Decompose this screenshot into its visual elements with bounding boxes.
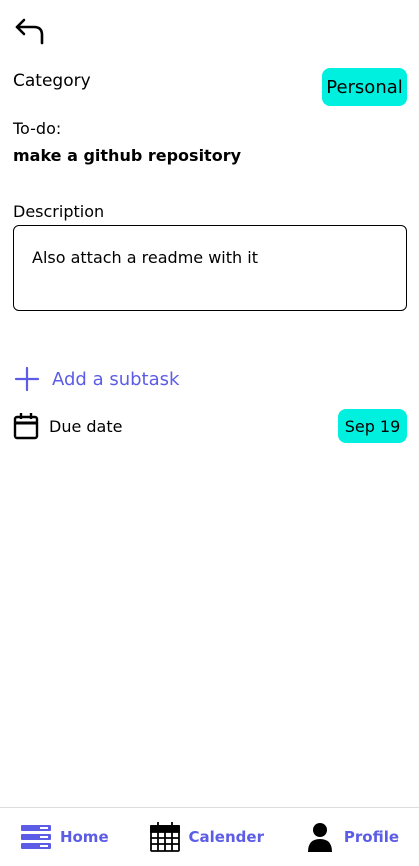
todo-label: To-do: <box>13 119 62 138</box>
calendar-icon <box>13 412 39 440</box>
nav-calender[interactable]: Calender <box>149 817 264 857</box>
todo-title: make a github repository <box>13 146 242 165</box>
category-label: Category <box>13 71 91 91</box>
category-badge[interactable]: Personal <box>322 68 407 106</box>
nav-calender-label: Calender <box>188 828 264 846</box>
plus-icon <box>14 366 40 392</box>
nav-home-label: Home <box>59 828 109 846</box>
back-arrow-icon <box>15 18 44 45</box>
bottom-nav: Home Calender Profile <box>0 807 419 866</box>
calendar-grid-icon <box>149 821 181 853</box>
due-date-badge[interactable]: Sep 19 <box>338 409 407 443</box>
person-icon <box>304 821 336 853</box>
add-subtask-button[interactable]: Add a subtask <box>14 366 179 392</box>
description-field[interactable]: Also attach a readme with it <box>13 225 407 311</box>
nav-home[interactable]: Home <box>20 817 109 857</box>
home-list-icon <box>20 821 52 853</box>
add-subtask-label: Add a subtask <box>52 368 180 390</box>
due-date-label: Due date <box>49 417 123 436</box>
description-label: Description <box>13 202 105 221</box>
back-button[interactable] <box>14 16 46 46</box>
due-date-row: Due date Sep 19 <box>13 409 407 445</box>
nav-profile-label: Profile <box>343 828 400 846</box>
nav-profile[interactable]: Profile <box>304 817 399 857</box>
